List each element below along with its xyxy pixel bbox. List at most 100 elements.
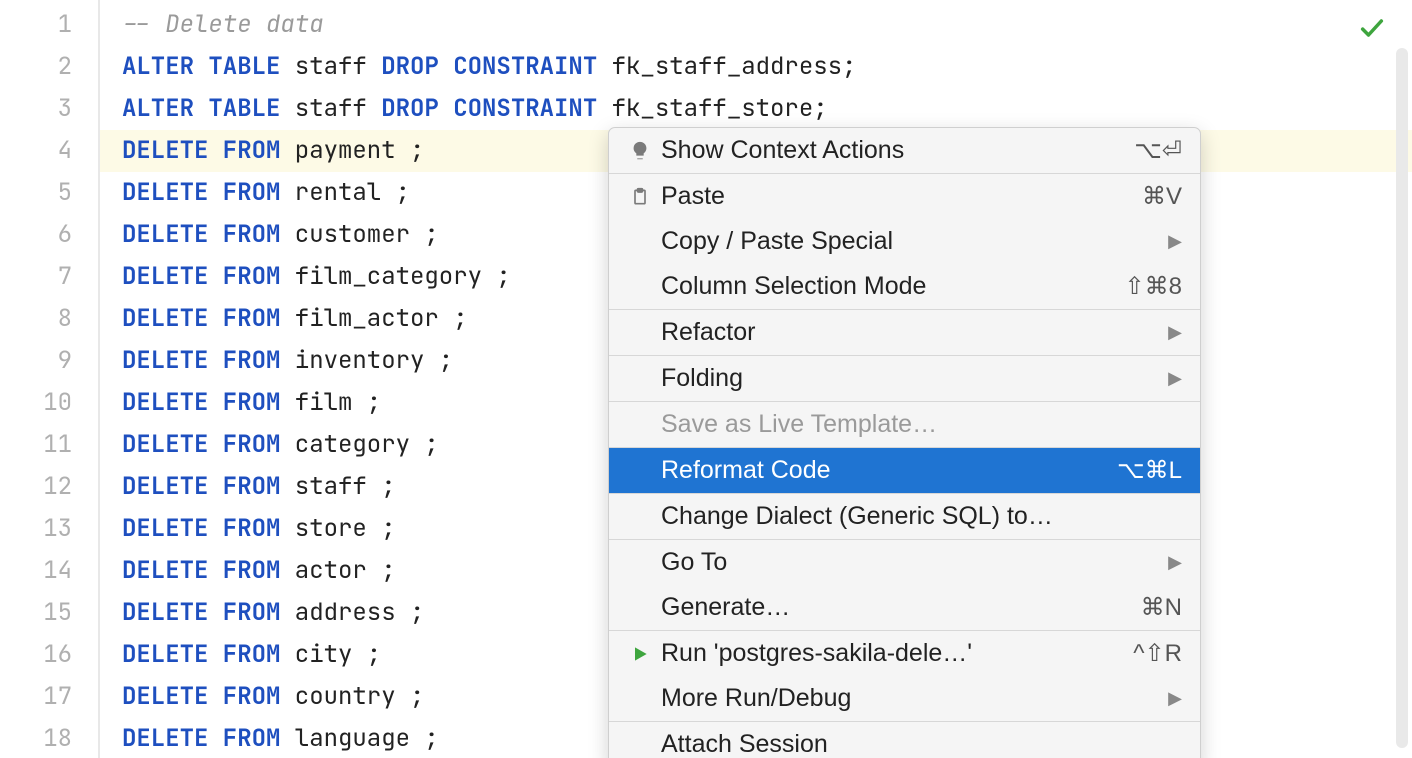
line-number: 18: [0, 718, 72, 758]
menu-item-show-context-actions[interactable]: Show Context Actions ⌥⏎: [609, 128, 1200, 173]
menu-item-label: Change Dialect (Generic SQL) to…: [661, 502, 1182, 531]
sql-text: city ;: [280, 639, 381, 670]
sql-text: staff ;: [280, 471, 395, 502]
line-number: 11: [0, 424, 72, 466]
sql-keyword: DELETE FROM: [122, 471, 280, 502]
sql-text: film_category ;: [280, 261, 510, 292]
sql-text: customer ;: [280, 219, 438, 250]
line-number: 10: [0, 382, 72, 424]
sql-text: staff: [280, 51, 381, 82]
sql-text: category ;: [280, 429, 438, 460]
line-number: 16: [0, 634, 72, 676]
vertical-scrollbar[interactable]: [1396, 48, 1408, 748]
sql-text: language ;: [280, 723, 438, 754]
menu-item-label: Go To: [661, 548, 1156, 577]
sql-keyword: DELETE FROM: [122, 513, 280, 544]
sql-keyword: DELETE FROM: [122, 135, 280, 166]
menu-item-change-dialect-generic-sql-to[interactable]: Change Dialect (Generic SQL) to…: [609, 494, 1200, 539]
line-number: 13: [0, 508, 72, 550]
sql-text: film ;: [280, 387, 381, 418]
line-number: 7: [0, 256, 72, 298]
sql-text: staff: [280, 93, 381, 124]
line-number: 6: [0, 214, 72, 256]
line-number-gutter: 123456789101112131415161718: [0, 0, 100, 758]
sql-keyword: DELETE FROM: [122, 345, 280, 376]
menu-item-label: Save as Live Template…: [661, 410, 1182, 439]
clipboard-icon: [623, 186, 657, 208]
menu-item-generate[interactable]: Generate… ⌘N: [609, 585, 1200, 630]
code-line[interactable]: ALTER TABLE staff DROP CONSTRAINT fk_sta…: [100, 46, 1412, 88]
sql-text: country ;: [280, 681, 424, 712]
menu-item-label: Reformat Code: [661, 456, 1105, 485]
submenu-arrow-icon: ▶: [1168, 322, 1182, 343]
sql-keyword: DELETE FROM: [122, 681, 280, 712]
menu-item-shortcut: ⌥⌘L: [1117, 456, 1182, 485]
menu-item-label: Paste: [661, 182, 1130, 211]
menu-item-shortcut: ⌘N: [1141, 593, 1182, 622]
menu-item-more-run-debug[interactable]: More Run/Debug▶: [609, 676, 1200, 721]
menu-item-reformat-code[interactable]: Reformat Code ⌥⌘L: [609, 448, 1200, 493]
code-line[interactable]: -- Delete data: [100, 4, 1412, 46]
menu-item-run-postgres-sakila-dele[interactable]: Run 'postgres-sakila-dele…' ^⇧R: [609, 631, 1200, 676]
sql-text: actor ;: [280, 555, 395, 586]
sql-keyword: DELETE FROM: [122, 639, 280, 670]
menu-item-label: Attach Session: [661, 730, 1182, 758]
code-line[interactable]: ALTER TABLE staff DROP CONSTRAINT fk_sta…: [100, 88, 1412, 130]
line-number: 17: [0, 676, 72, 718]
sql-keyword: DELETE FROM: [122, 723, 280, 754]
submenu-arrow-icon: ▶: [1168, 552, 1182, 573]
menu-item-column-selection-mode[interactable]: Column Selection Mode ⇧⌘8: [609, 264, 1200, 309]
sql-keyword: DELETE FROM: [122, 177, 280, 208]
menu-item-copy-paste-special[interactable]: Copy / Paste Special ▶: [609, 219, 1200, 264]
sql-text: store ;: [280, 513, 395, 544]
sql-text: fk_staff_address;: [597, 51, 856, 82]
menu-item-paste[interactable]: Paste ⌘V: [609, 174, 1200, 219]
sql-keyword: ALTER TABLE: [122, 93, 280, 124]
sql-text: payment ;: [280, 135, 424, 166]
sql-comment: -- Delete data: [122, 9, 324, 40]
line-number: 3: [0, 88, 72, 130]
line-number: 9: [0, 340, 72, 382]
menu-item-attach-session[interactable]: Attach Session: [609, 722, 1200, 758]
menu-item-shortcut: ^⇧R: [1133, 639, 1182, 668]
menu-item-label: Refactor: [661, 318, 1156, 347]
menu-item-label: Copy / Paste Special: [661, 227, 1156, 256]
menu-item-shortcut: ⇧⌘8: [1125, 272, 1182, 301]
menu-item-label: More Run/Debug: [661, 684, 1156, 713]
editor-context-menu[interactable]: Show Context Actions ⌥⏎Paste ⌘V Copy / Past…: [608, 127, 1201, 758]
submenu-arrow-icon: ▶: [1168, 231, 1182, 252]
menu-item-label: Column Selection Mode: [661, 272, 1113, 301]
menu-item-label: Show Context Actions: [661, 136, 1122, 165]
menu-item-label: Generate…: [661, 593, 1129, 622]
sql-keyword: ALTER TABLE: [122, 51, 280, 82]
menu-item-folding[interactable]: Folding ▶: [609, 356, 1200, 401]
line-number: 14: [0, 550, 72, 592]
menu-item-shortcut: ⌘V: [1142, 182, 1182, 211]
sql-keyword: DELETE FROM: [122, 261, 280, 292]
run-icon: [623, 644, 657, 664]
sql-text: fk_staff_store;: [597, 93, 827, 124]
sql-keyword: DELETE FROM: [122, 597, 280, 628]
submenu-arrow-icon: ▶: [1168, 368, 1182, 389]
line-number: 8: [0, 298, 72, 340]
menu-item-shortcut: ⌥⏎: [1134, 136, 1182, 165]
line-number: 4: [0, 130, 72, 172]
sql-keyword: DROP CONSTRAINT: [381, 51, 597, 82]
sql-keyword: DELETE FROM: [122, 429, 280, 460]
line-number: 1: [0, 4, 72, 46]
sql-text: address ;: [280, 597, 424, 628]
menu-item-refactor[interactable]: Refactor ▶: [609, 310, 1200, 355]
sql-keyword: DELETE FROM: [122, 303, 280, 334]
sql-keyword: DROP CONSTRAINT: [381, 93, 597, 124]
menu-item-go-to[interactable]: Go To ▶: [609, 540, 1200, 585]
sql-keyword: DELETE FROM: [122, 555, 280, 586]
bulb-icon: [623, 140, 657, 162]
menu-item-label: Folding: [661, 364, 1156, 393]
sql-keyword: DELETE FROM: [122, 219, 280, 250]
line-number: 5: [0, 172, 72, 214]
sql-text: inventory ;: [280, 345, 453, 376]
line-number: 12: [0, 466, 72, 508]
line-number: 15: [0, 592, 72, 634]
line-number: 2: [0, 46, 72, 88]
menu-item-label: Run 'postgres-sakila-dele…': [661, 639, 1121, 668]
